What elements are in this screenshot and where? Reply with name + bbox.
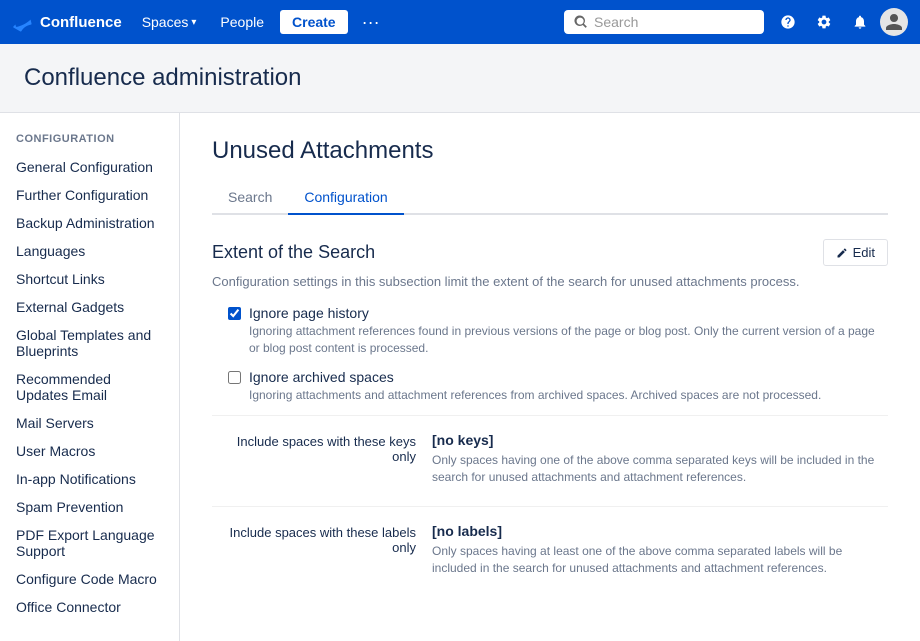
sidebar-section-label: CONFIGURATION (0, 133, 179, 153)
sidebar-item-user-macros[interactable]: User Macros (0, 437, 179, 465)
tab-configuration[interactable]: Configuration (288, 181, 403, 215)
edit-icon (836, 247, 848, 259)
create-button[interactable]: Create (280, 10, 348, 34)
sidebar-item-shortcut-links[interactable]: Shortcut Links (0, 265, 179, 293)
help-button[interactable] (772, 6, 804, 38)
checkbox-row-page-history: Ignore page history Ignoring attachment … (212, 305, 888, 357)
top-nav: Confluence Spaces ▾ People Create ··· Se… (0, 0, 920, 44)
logo[interactable]: Confluence (12, 11, 122, 33)
search-box[interactable]: Search (564, 10, 764, 34)
people-nav[interactable]: People (212, 10, 272, 34)
sidebar-item-external-gadgets[interactable]: External Gadgets (0, 293, 179, 321)
section-description: Configuration settings in this subsectio… (212, 274, 888, 289)
section-header: Extent of the Search Edit (212, 239, 888, 266)
sidebar-item-recommended-updates[interactable]: Recommended Updates Email (0, 365, 179, 409)
ignore-archived-spaces-checkbox[interactable] (228, 371, 241, 384)
main-layout: CONFIGURATION General Configuration Furt… (0, 113, 920, 641)
gear-icon (816, 14, 832, 30)
config-row-keys-label: Include spaces with these keys only (212, 432, 432, 464)
ignore-page-history-desc: Ignoring attachment references found in … (249, 323, 888, 357)
edit-label: Edit (853, 245, 875, 260)
sidebar-item-general-configuration[interactable]: General Configuration (0, 153, 179, 181)
nav-icons (772, 6, 908, 38)
help-icon (780, 14, 796, 30)
bell-icon (852, 14, 868, 30)
edit-button[interactable]: Edit (823, 239, 888, 266)
config-row-labels-value: [no labels] (432, 523, 888, 539)
config-row-labels-desc: Only spaces having at least one of the a… (432, 543, 888, 577)
sidebar-item-mail-servers[interactable]: Mail Servers (0, 409, 179, 437)
tabs: Search Configuration (212, 181, 888, 215)
sidebar-item-further-configuration[interactable]: Further Configuration (0, 181, 179, 209)
sidebar-item-configure-code-macro[interactable]: Configure Code Macro (0, 565, 179, 593)
ignore-archived-spaces-desc: Ignoring attachments and attachment refe… (249, 387, 821, 404)
notifications-button[interactable] (844, 6, 876, 38)
user-avatar[interactable] (880, 8, 908, 36)
spaces-nav[interactable]: Spaces ▾ (134, 10, 205, 34)
config-row-labels-label: Include spaces with these labels only (212, 523, 432, 555)
config-row-keys-value: [no keys] (432, 432, 888, 448)
config-row-labels: Include spaces with these labels only [n… (212, 506, 888, 577)
content-title: Unused Attachments (212, 137, 888, 165)
confluence-logo-icon (12, 11, 34, 33)
sidebar-item-global-templates[interactable]: Global Templates and Blueprints (0, 321, 179, 365)
spaces-chevron-icon: ▾ (191, 17, 196, 28)
tab-search[interactable]: Search (212, 181, 288, 215)
settings-button[interactable] (808, 6, 840, 38)
search-icon (574, 15, 588, 29)
logo-text: Confluence (40, 14, 122, 31)
sidebar-item-inapp-notifications[interactable]: In-app Notifications (0, 465, 179, 493)
section-title: Extent of the Search (212, 242, 375, 263)
search-placeholder: Search (594, 14, 638, 30)
sidebar-item-spam-prevention[interactable]: Spam Prevention (0, 493, 179, 521)
checkbox-row-archived-spaces: Ignore archived spaces Ignoring attachme… (212, 369, 888, 404)
config-row-keys: Include spaces with these keys only [no … (212, 415, 888, 486)
page-header: Confluence administration (0, 44, 920, 113)
sidebar-item-languages[interactable]: Languages (0, 237, 179, 265)
config-row-labels-content: [no labels] Only spaces having at least … (432, 523, 888, 577)
avatar-icon (884, 12, 904, 32)
sidebar-item-backup-administration[interactable]: Backup Administration (0, 209, 179, 237)
sidebar: CONFIGURATION General Configuration Furt… (0, 113, 180, 641)
page-title: Confluence administration (24, 64, 896, 92)
config-row-keys-content: [no keys] Only spaces having one of the … (432, 432, 888, 486)
sidebar-item-pdf-export[interactable]: PDF Export Language Support (0, 521, 179, 565)
more-button[interactable]: ··· (356, 10, 386, 35)
ignore-archived-spaces-label: Ignore archived spaces (249, 369, 821, 385)
ignore-page-history-checkbox[interactable] (228, 307, 241, 320)
sidebar-item-office-connector[interactable]: Office Connector (0, 593, 179, 621)
config-row-keys-desc: Only spaces having one of the above comm… (432, 452, 888, 486)
ignore-page-history-label: Ignore page history (249, 305, 888, 321)
main-content: Unused Attachments Search Configuration … (180, 113, 920, 641)
